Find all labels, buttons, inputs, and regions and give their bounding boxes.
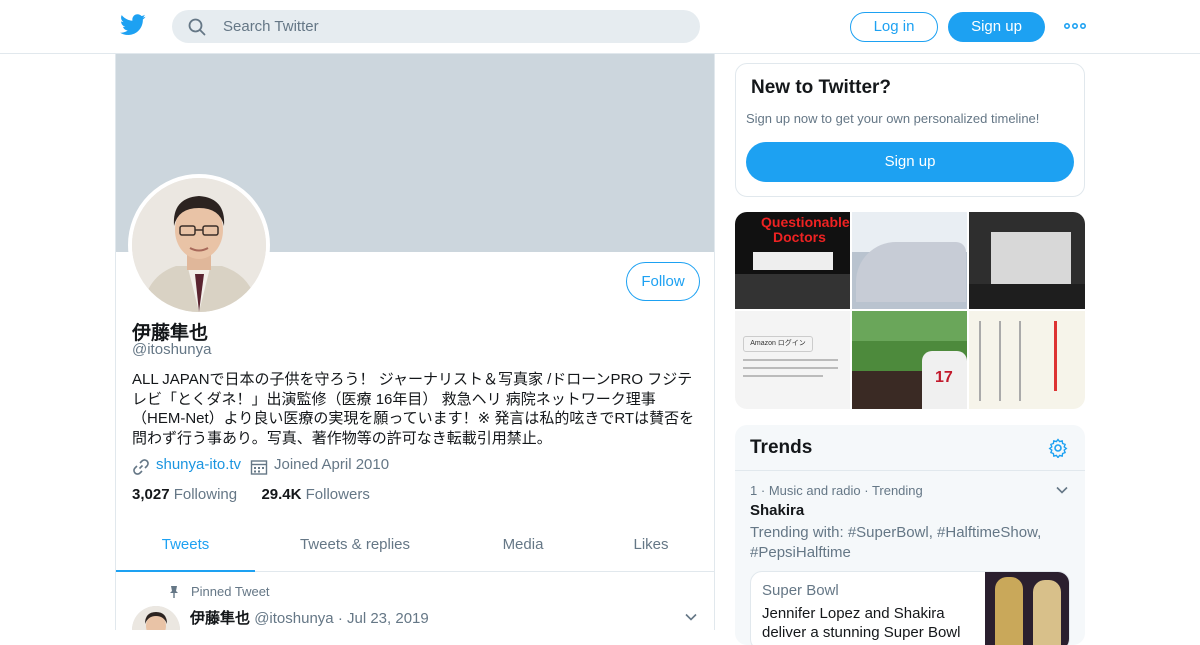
follow-button[interactable]: Follow: [626, 262, 700, 301]
media-thumb[interactable]: Questionable Doctors: [735, 212, 850, 309]
media-book-title-1: Questionable: [761, 214, 850, 230]
new-to-twitter-card: New to Twitter? Sign up now to get your …: [735, 63, 1085, 197]
more-dots-icon[interactable]: [1064, 17, 1086, 35]
link-icon: [133, 459, 149, 475]
followers-stat[interactable]: 29.4K Followers: [261, 486, 369, 503]
trend-name[interactable]: Shakira: [750, 502, 804, 519]
media-thumb[interactable]: [969, 311, 1085, 409]
tweet-avatar-photo: [132, 606, 180, 630]
signup-button[interactable]: Sign up: [948, 12, 1045, 42]
following-count: 3,027: [132, 486, 170, 503]
calendar-icon: [250, 460, 268, 475]
search-bar[interactable]: Search Twitter: [172, 10, 700, 43]
profile-handle[interactable]: @itoshunya: [132, 341, 211, 358]
media-preview-grid: Questionable Doctors Amazon ログイン 17: [735, 212, 1085, 409]
trends-panel: Trends 1 · Music and radio · Trending Sh…: [735, 425, 1085, 645]
tab-tweets[interactable]: Tweets: [116, 522, 255, 572]
media-thumb[interactable]: [852, 212, 967, 309]
trend-status: Trending: [871, 483, 923, 498]
profile-tabs: Tweets Tweets & replies Media Likes: [116, 522, 714, 572]
pinned-tweet-header: 伊藤隼也 @itoshunya · Jul 23, 2019: [190, 607, 429, 628]
bio-line: ALL JAPANで日本の子供を守ろう！ ジャーナリスト＆写真家 /ドローンPR…: [132, 371, 693, 388]
trend-news-card[interactable]: Super Bowl Jennifer Lopez and Shakira de…: [750, 571, 1070, 645]
chevron-down-icon[interactable]: [1055, 483, 1069, 497]
tweet-avatar[interactable]: [132, 606, 180, 630]
avatar-photo: [132, 178, 266, 312]
search-input[interactable]: Search Twitter: [223, 18, 319, 35]
tweet-dot-separator: ·: [337, 610, 343, 627]
news-category: Super Bowl: [762, 582, 839, 599]
tab-likes[interactable]: Likes: [610, 522, 692, 572]
news-title: Jennifer Lopez and Shakira deliver a stu…: [762, 605, 961, 641]
media-amazon-login: Amazon ログイン: [743, 336, 813, 352]
media-thumb[interactable]: 17: [852, 311, 967, 409]
media-thumb[interactable]: [969, 212, 1085, 309]
profile-website-link[interactable]: shunya-ito.tv: [156, 456, 241, 473]
following-label: Following: [173, 486, 238, 503]
media-book-title-2: Doctors: [773, 229, 826, 245]
profile-avatar[interactable]: [128, 174, 270, 316]
followers-count: 29.4K: [261, 486, 302, 503]
twitter-bird-icon[interactable]: [120, 14, 146, 36]
media-jersey-number: 17: [935, 369, 953, 386]
following-stat[interactable]: 3,027 Following: [132, 486, 237, 503]
profile-stats: 3,027 Following 29.4K Followers: [132, 486, 370, 503]
trend-rank: 1: [750, 483, 758, 498]
profile-bio: ALL JAPANで日本の子供を守ろう！ ジャーナリスト＆写真家 /ドローンPR…: [132, 370, 704, 448]
profile-column: Follow 伊藤隼也 @itoshunya ALL JAPANで日本の子供を守…: [115, 54, 715, 630]
trends-title: Trends: [750, 437, 813, 458]
new-to-twitter-subtitle: Sign up now to get your own personalized…: [746, 111, 1040, 126]
pin-icon: [170, 586, 178, 598]
bio-line: レビ「とくダネ！」出演監修（医療 16年目） 救急ヘリ 病院ネットワーク理事: [132, 390, 656, 408]
tweet-date[interactable]: Jul 23, 2019: [347, 610, 429, 627]
bio-line: 問わず行う事あり。写真、著作物等の許可なき転載引用禁止。: [132, 429, 552, 447]
tab-tweets-and-replies[interactable]: Tweets & replies: [276, 522, 434, 572]
followers-label: Followers: [305, 486, 370, 503]
tweet-author-handle[interactable]: @itoshunya: [254, 610, 333, 627]
trend-meta: 1 · Music and radio · Trending: [750, 483, 923, 498]
trends-divider: [735, 470, 1085, 471]
gear-icon[interactable]: [1048, 438, 1068, 458]
sidebar-signup-button[interactable]: Sign up: [746, 142, 1074, 182]
login-button[interactable]: Log in: [850, 12, 938, 42]
news-thumbnail: [985, 572, 1069, 645]
bio-line: （HEM-Net）より良い医療の実現を願っています！※ 発言は私的呟きでRTは賛…: [132, 410, 695, 427]
trend-related-hashtags: Trending with: #SuperBowl, #HalftimeShow…: [750, 524, 1042, 561]
pinned-tweet-label: Pinned Tweet: [191, 584, 270, 599]
search-icon: [188, 18, 206, 36]
media-thumb[interactable]: Amazon ログイン: [735, 311, 850, 409]
profile-joined-date: Joined April 2010: [274, 456, 390, 473]
new-to-twitter-title: New to Twitter?: [751, 77, 892, 98]
chevron-down-icon[interactable]: [684, 610, 698, 624]
top-navigation-bar: Search Twitter Log in Sign up: [0, 0, 1200, 54]
tab-media[interactable]: Media: [476, 522, 570, 572]
tweet-author-name[interactable]: 伊藤隼也: [190, 610, 250, 627]
trend-category: Music and radio: [768, 483, 861, 498]
